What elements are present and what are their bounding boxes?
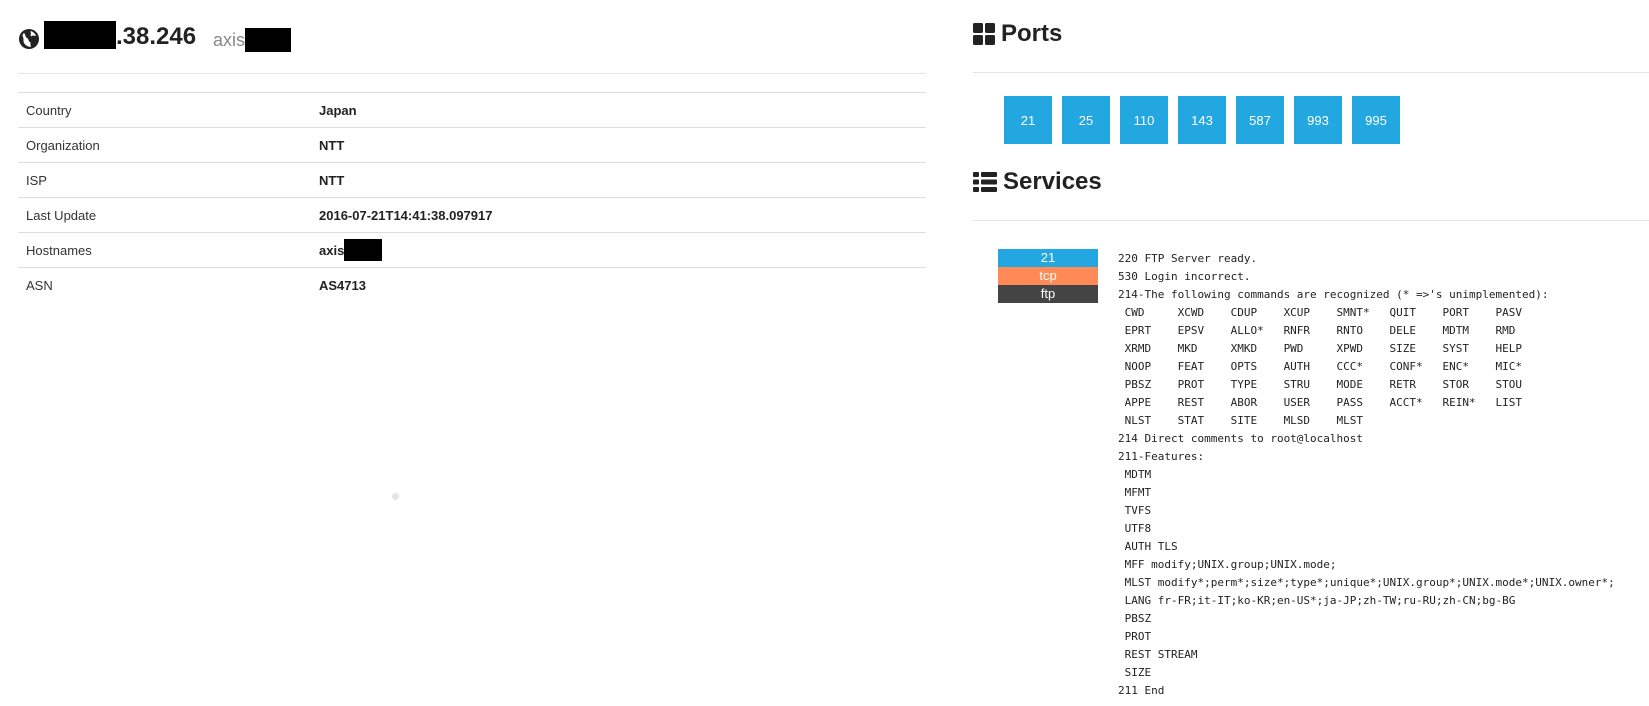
hostname-link[interactable]: axis bbox=[319, 243, 344, 258]
port-link[interactable]: 995 bbox=[1352, 96, 1400, 144]
redaction-block bbox=[44, 21, 116, 49]
host-summary-pane: .38.246 axis Country Japan Organization … bbox=[18, 0, 926, 500]
port-link[interactable]: 21 bbox=[1004, 96, 1052, 144]
ports-list: 21 25 110 143 587 993 995 bbox=[1004, 96, 1410, 144]
info-value: 2016-07-21T14:41:38.097917 bbox=[319, 207, 493, 223]
info-row-last-update: Last Update 2016-07-21T14:41:38.097917 bbox=[18, 197, 926, 233]
service-transport-badge: tcp bbox=[998, 267, 1098, 285]
list-icon bbox=[973, 172, 997, 192]
hostname-prefix: axis bbox=[213, 30, 246, 50]
host-header: .38.246 axis bbox=[18, 0, 926, 74]
info-key: ISP bbox=[26, 172, 47, 188]
service-product-badge: ftp bbox=[998, 285, 1098, 303]
services-title: Services bbox=[1003, 168, 1102, 195]
host-ip: .38.246 bbox=[44, 20, 196, 54]
globe-icon bbox=[19, 29, 39, 49]
grid-icon bbox=[973, 23, 995, 45]
service-port-badge: 21 bbox=[998, 249, 1098, 267]
port-link[interactable]: 110 bbox=[1120, 96, 1168, 144]
redaction-block bbox=[245, 28, 292, 52]
decorative-dot bbox=[392, 493, 399, 500]
info-row-asn: ASN AS4713 bbox=[18, 267, 926, 303]
info-row-hostnames: Hostnames axis bbox=[18, 232, 926, 268]
services-heading: Services bbox=[973, 168, 1102, 196]
info-value: AS4713 bbox=[319, 277, 366, 293]
info-row-organization: Organization NTT bbox=[18, 127, 926, 163]
info-key: Hostnames bbox=[26, 242, 92, 258]
redaction-block bbox=[344, 239, 383, 261]
port-link[interactable]: 143 bbox=[1178, 96, 1226, 144]
host-ip-suffix: .38.246 bbox=[116, 23, 197, 50]
port-link[interactable]: 25 bbox=[1062, 96, 1110, 144]
info-value-hostnames: axis bbox=[311, 233, 926, 268]
info-key: Organization bbox=[26, 137, 100, 153]
info-row-isp: ISP NTT bbox=[18, 162, 926, 198]
info-value: NTT bbox=[319, 137, 345, 153]
info-value: NTT bbox=[319, 172, 345, 188]
info-key: ASN bbox=[26, 277, 53, 293]
ports-divider bbox=[973, 72, 1649, 73]
service-tags: 21 tcp ftp bbox=[998, 249, 1098, 303]
info-key: Country bbox=[26, 102, 72, 118]
port-link[interactable]: 587 bbox=[1236, 96, 1284, 144]
port-link[interactable]: 993 bbox=[1294, 96, 1342, 144]
info-row-country: Country Japan bbox=[18, 92, 926, 128]
host-info-table: Country Japan Organization NTT ISP NTT L… bbox=[18, 92, 926, 303]
ports-title: Ports bbox=[1001, 20, 1063, 47]
info-value: Japan bbox=[319, 102, 357, 118]
service-banner: 220 FTP Server ready. 530 Login incorrec… bbox=[1118, 252, 1615, 697]
info-key: Last Update bbox=[26, 207, 97, 223]
host-hostname: axis bbox=[213, 28, 292, 52]
ports-heading: Ports bbox=[973, 20, 1062, 48]
services-divider bbox=[973, 220, 1649, 221]
